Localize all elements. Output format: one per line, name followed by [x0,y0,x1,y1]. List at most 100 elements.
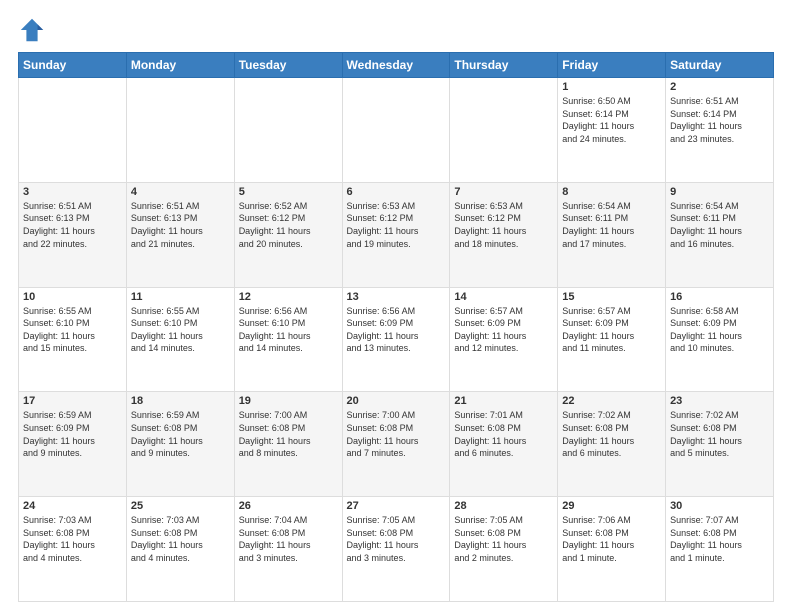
day-info: Sunrise: 6:50 AM Sunset: 6:14 PM Dayligh… [562,95,661,145]
calendar-cell: 30 Sunrise: 7:07 AM Sunset: 6:08 PM Dayli… [666,497,774,602]
day-info: Sunrise: 6:57 AM Sunset: 6:09 PM Dayligh… [562,305,661,355]
calendar-cell [19,78,127,183]
calendar-cell: 1 Sunrise: 6:50 AM Sunset: 6:14 PM Daylig… [558,78,666,183]
day-number: 12 [239,291,338,303]
day-number: 10 [23,291,122,303]
calendar-cell: 24 Sunrise: 7:03 AM Sunset: 6:08 PM Dayli… [19,497,127,602]
day-number: 9 [670,186,769,198]
calendar-day-header: Saturday [666,53,774,78]
day-number: 30 [670,500,769,512]
calendar-cell: 28 Sunrise: 7:05 AM Sunset: 6:08 PM Dayli… [450,497,558,602]
calendar-cell: 4 Sunrise: 6:51 AM Sunset: 6:13 PM Daylig… [126,182,234,287]
calendar-cell: 20 Sunrise: 7:00 AM Sunset: 6:08 PM Dayli… [342,392,450,497]
calendar-cell: 29 Sunrise: 7:06 AM Sunset: 6:08 PM Dayli… [558,497,666,602]
day-number: 17 [23,395,122,407]
day-info: Sunrise: 6:51 AM Sunset: 6:13 PM Dayligh… [131,200,230,250]
day-info: Sunrise: 7:02 AM Sunset: 6:08 PM Dayligh… [670,409,769,459]
day-number: 18 [131,395,230,407]
calendar-cell: 14 Sunrise: 6:57 AM Sunset: 6:09 PM Dayli… [450,287,558,392]
calendar-cell: 27 Sunrise: 7:05 AM Sunset: 6:08 PM Dayli… [342,497,450,602]
calendar-cell: 9 Sunrise: 6:54 AM Sunset: 6:11 PM Daylig… [666,182,774,287]
calendar-cell: 19 Sunrise: 7:00 AM Sunset: 6:08 PM Dayli… [234,392,342,497]
day-info: Sunrise: 6:56 AM Sunset: 6:10 PM Dayligh… [239,305,338,355]
day-info: Sunrise: 6:54 AM Sunset: 6:11 PM Dayligh… [562,200,661,250]
calendar-cell: 13 Sunrise: 6:56 AM Sunset: 6:09 PM Dayli… [342,287,450,392]
day-number: 15 [562,291,661,303]
day-info: Sunrise: 6:52 AM Sunset: 6:12 PM Dayligh… [239,200,338,250]
calendar-cell: 10 Sunrise: 6:55 AM Sunset: 6:10 PM Dayli… [19,287,127,392]
calendar-day-header: Tuesday [234,53,342,78]
day-number: 23 [670,395,769,407]
day-info: Sunrise: 6:55 AM Sunset: 6:10 PM Dayligh… [23,305,122,355]
calendar-cell: 12 Sunrise: 6:56 AM Sunset: 6:10 PM Dayli… [234,287,342,392]
day-number: 14 [454,291,553,303]
day-info: Sunrise: 7:03 AM Sunset: 6:08 PM Dayligh… [131,514,230,564]
logo-icon [18,16,46,44]
calendar-cell: 25 Sunrise: 7:03 AM Sunset: 6:08 PM Dayli… [126,497,234,602]
day-info: Sunrise: 6:53 AM Sunset: 6:12 PM Dayligh… [454,200,553,250]
calendar-cell: 16Sunrise: 6:58 AM Sunset: 6:09 PM Dayli… [666,287,774,392]
day-number: 2 [670,81,769,93]
calendar-week-row: 17 Sunrise: 6:59 AM Sunset: 6:09 PM Dayli… [19,392,774,497]
day-info: Sunrise: 6:59 AM Sunset: 6:09 PM Dayligh… [23,409,122,459]
calendar-day-header: Friday [558,53,666,78]
day-info: Sunrise: 7:00 AM Sunset: 6:08 PM Dayligh… [347,409,446,459]
day-info: Sunrise: 7:04 AM Sunset: 6:08 PM Dayligh… [239,514,338,564]
day-number: 24 [23,500,122,512]
day-info: Sunrise: 7:03 AM Sunset: 6:08 PM Dayligh… [23,514,122,564]
day-number: 4 [131,186,230,198]
day-number: 7 [454,186,553,198]
day-number: 11 [131,291,230,303]
calendar-cell: 17 Sunrise: 6:59 AM Sunset: 6:09 PM Dayli… [19,392,127,497]
day-info: Sunrise: 7:07 AM Sunset: 6:08 PM Dayligh… [670,514,769,564]
day-info: Sunrise: 7:01 AM Sunset: 6:08 PM Dayligh… [454,409,553,459]
day-info: Sunrise: 6:51 AM Sunset: 6:13 PM Dayligh… [23,200,122,250]
calendar-table: SundayMondayTuesdayWednesdayThursdayFrid… [18,52,774,602]
calendar-day-header: Monday [126,53,234,78]
calendar-cell [234,78,342,183]
day-info: Sunrise: 7:06 AM Sunset: 6:08 PM Dayligh… [562,514,661,564]
day-info: Sunrise: 6:56 AM Sunset: 6:09 PM Dayligh… [347,305,446,355]
calendar-cell: 8 Sunrise: 6:54 AM Sunset: 6:11 PM Daylig… [558,182,666,287]
calendar-cell [126,78,234,183]
calendar-cell: 5 Sunrise: 6:52 AM Sunset: 6:12 PM Daylig… [234,182,342,287]
day-number: 26 [239,500,338,512]
day-info: Sunrise: 6:57 AM Sunset: 6:09 PM Dayligh… [454,305,553,355]
day-number: 8 [562,186,661,198]
calendar-cell: 18 Sunrise: 6:59 AM Sunset: 6:08 PM Dayli… [126,392,234,497]
day-info: Sunrise: 7:00 AM Sunset: 6:08 PM Dayligh… [239,409,338,459]
calendar-cell [342,78,450,183]
day-number: 5 [239,186,338,198]
calendar-cell: 22Sunrise: 7:02 AM Sunset: 6:08 PM Dayli… [558,392,666,497]
page: SundayMondayTuesdayWednesdayThursdayFrid… [0,0,792,612]
day-number: 13 [347,291,446,303]
calendar-cell: 26 Sunrise: 7:04 AM Sunset: 6:08 PM Dayli… [234,497,342,602]
day-number: 20 [347,395,446,407]
logo [18,16,50,44]
header [18,16,774,44]
day-number: 1 [562,81,661,93]
day-number: 27 [347,500,446,512]
calendar-day-header: Sunday [19,53,127,78]
calendar-cell: 15 Sunrise: 6:57 AM Sunset: 6:09 PM Dayli… [558,287,666,392]
day-info: Sunrise: 6:59 AM Sunset: 6:08 PM Dayligh… [131,409,230,459]
calendar-week-row: 10 Sunrise: 6:55 AM Sunset: 6:10 PM Dayli… [19,287,774,392]
calendar-cell: 21Sunrise: 7:01 AM Sunset: 6:08 PM Dayli… [450,392,558,497]
calendar-cell [450,78,558,183]
day-info: Sunrise: 6:58 AM Sunset: 6:09 PM Dayligh… [670,305,769,355]
day-number: 3 [23,186,122,198]
day-info: Sunrise: 6:54 AM Sunset: 6:11 PM Dayligh… [670,200,769,250]
calendar-cell: 23 Sunrise: 7:02 AM Sunset: 6:08 PM Dayli… [666,392,774,497]
day-info: Sunrise: 6:55 AM Sunset: 6:10 PM Dayligh… [131,305,230,355]
day-number: 6 [347,186,446,198]
day-info: Sunrise: 7:05 AM Sunset: 6:08 PM Dayligh… [347,514,446,564]
calendar-cell: 11 Sunrise: 6:55 AM Sunset: 6:10 PM Dayli… [126,287,234,392]
day-number: 28 [454,500,553,512]
day-number: 25 [131,500,230,512]
calendar-day-header: Thursday [450,53,558,78]
calendar-week-row: 24 Sunrise: 7:03 AM Sunset: 6:08 PM Dayli… [19,497,774,602]
day-info: Sunrise: 7:05 AM Sunset: 6:08 PM Dayligh… [454,514,553,564]
day-number: 19 [239,395,338,407]
day-info: Sunrise: 6:53 AM Sunset: 6:12 PM Dayligh… [347,200,446,250]
day-number: 29 [562,500,661,512]
